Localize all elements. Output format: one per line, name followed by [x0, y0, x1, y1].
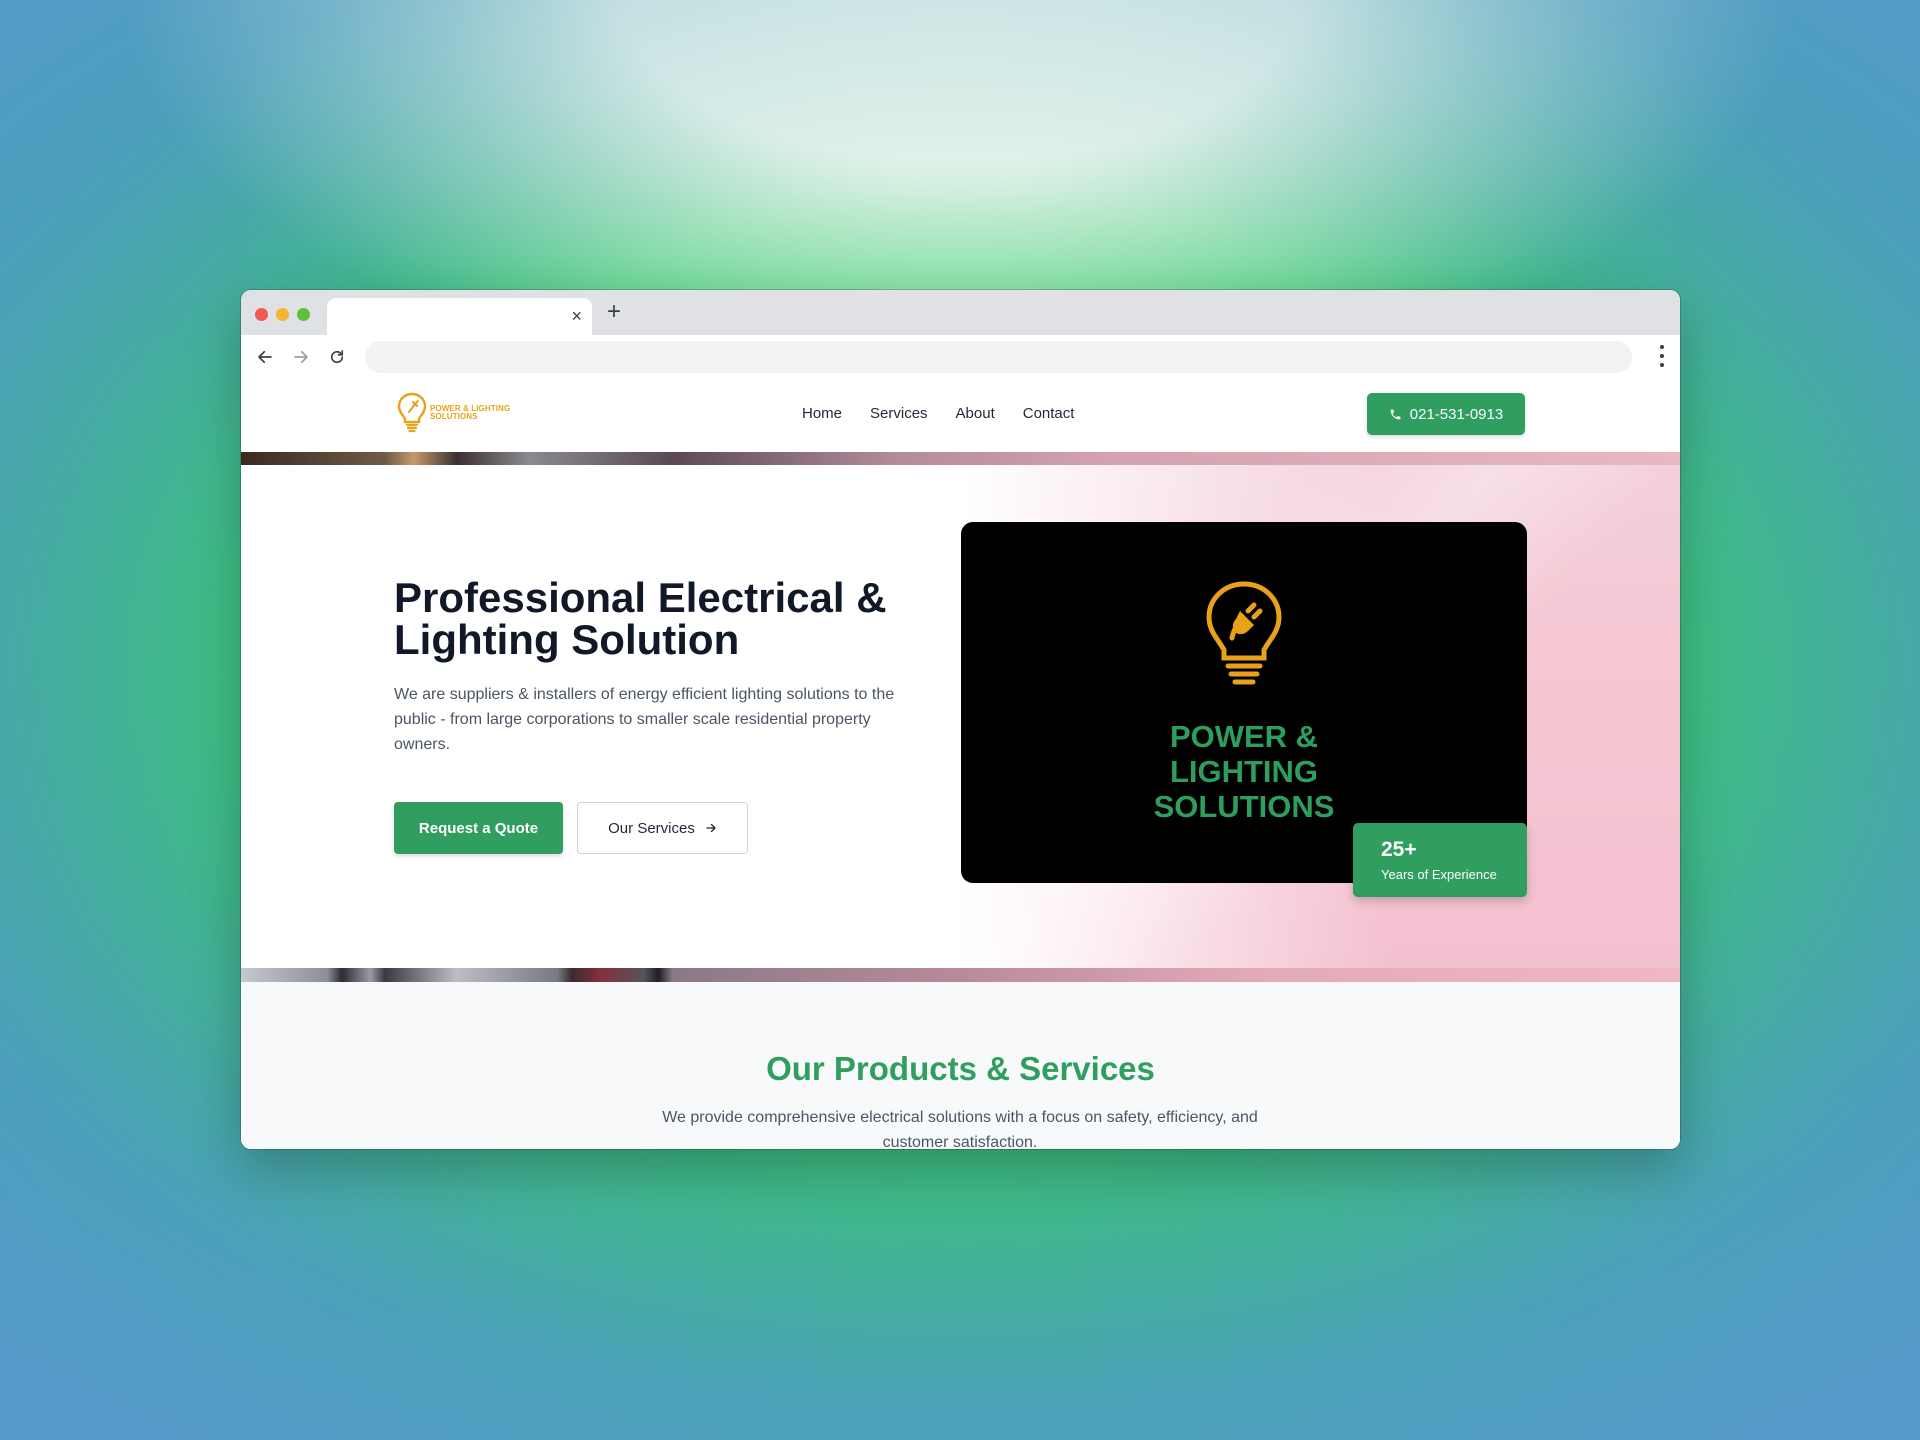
tab-close-icon[interactable]: × [571, 306, 582, 326]
nav-contact-link[interactable]: Contact [1023, 405, 1075, 422]
web-page: POWER & LIGHTING SOLUTIONS Home Services… [241, 379, 1680, 1149]
browser-tab[interactable]: × [327, 298, 592, 335]
experience-label: Years of Experience [1381, 867, 1497, 882]
phone-call-button[interactable]: 021-531-0913 [1367, 393, 1525, 435]
maximize-window-button[interactable] [297, 308, 310, 321]
hero-image-strip-bottom [241, 968, 1680, 982]
back-arrow-icon[interactable] [251, 343, 279, 371]
lightbulb-plug-icon [1206, 581, 1282, 685]
request-quote-button[interactable]: Request a Quote [394, 802, 563, 854]
card-text-line2: LIGHTING [1169, 754, 1319, 789]
phone-icon [1390, 409, 1401, 419]
nav-about-link[interactable]: About [956, 405, 995, 422]
lightbulb-logo-icon [397, 392, 427, 433]
site-header: POWER & LIGHTING SOLUTIONS Home Services… [241, 379, 1680, 452]
our-services-label: Our Services [608, 819, 695, 837]
browser-menu-icon[interactable] [1658, 345, 1666, 367]
hero-section: Professional Electrical & Lighting Solut… [241, 452, 1680, 982]
close-window-button[interactable] [255, 308, 268, 321]
products-section: Our Products & Services We provide compr… [241, 982, 1680, 1149]
logo-wordmark: POWER & LIGHTING SOLUTIONS [430, 405, 510, 421]
products-title: Our Products & Services [766, 1050, 1155, 1087]
tab-bar: × + [241, 290, 1680, 335]
browser-window: × + POWER & LIGHTING SOLUTIONS Home Serv… [241, 290, 1680, 1149]
card-text-line1: POWER & [1169, 719, 1319, 754]
site-logo[interactable]: POWER & LIGHTING SOLUTIONS [396, 391, 510, 435]
logo-text-line2: SOLUTIONS [430, 412, 478, 421]
hero-description: We are suppliers & installers of energy … [394, 686, 895, 753]
hero-image-strip-top [241, 452, 1680, 465]
nav-home-link[interactable]: Home [802, 405, 842, 422]
forward-arrow-icon[interactable] [287, 343, 315, 371]
main-nav: Home Services About Contact [802, 405, 1074, 422]
browser-toolbar [241, 335, 1680, 379]
products-description: We provide comprehensive electrical solu… [662, 1109, 1258, 1149]
address-bar[interactable] [365, 341, 1632, 373]
nav-services-link[interactable]: Services [870, 405, 928, 422]
hero-title: Professional Electrical & Lighting Solut… [394, 574, 887, 663]
card-text-line3: SOLUTIONS [1153, 789, 1335, 824]
arrow-right-icon [706, 823, 716, 833]
experience-number: 25+ [1381, 838, 1417, 861]
phone-number: 021-531-0913 [1409, 405, 1504, 423]
our-services-button[interactable]: Our Services [577, 802, 748, 854]
new-tab-button[interactable]: + [607, 300, 621, 324]
minimize-window-button[interactable] [276, 308, 289, 321]
reload-icon[interactable] [323, 343, 351, 371]
experience-badge: 25+ Years of Experience [1353, 823, 1527, 897]
card-brand-text: POWER & LIGHTING SOLUTIONS [961, 719, 1527, 824]
